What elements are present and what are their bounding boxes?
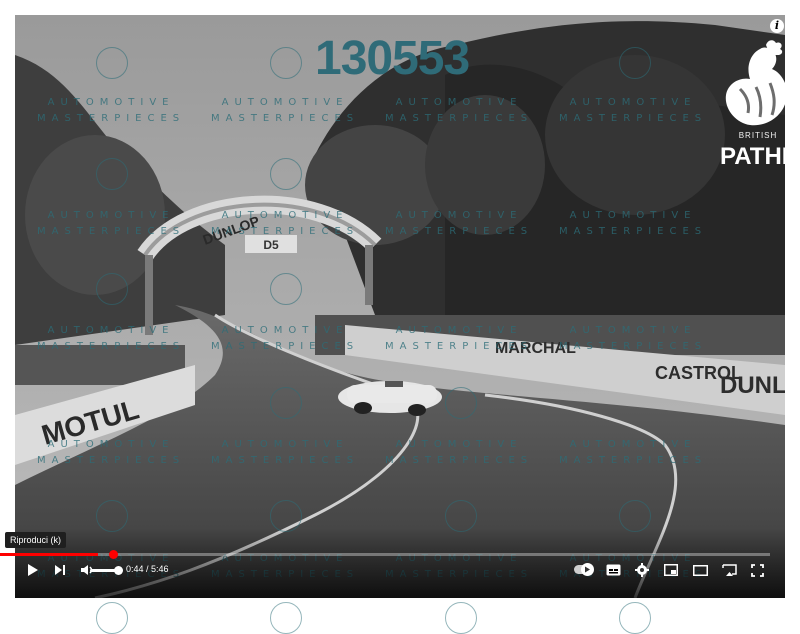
pathe-small-text: BRITISH (738, 131, 778, 140)
fullscreen-button[interactable] (747, 560, 767, 580)
settings-icon (635, 563, 649, 577)
video-id-overlay: 130553 (315, 32, 470, 85)
next-button[interactable] (50, 560, 70, 580)
play-button[interactable] (23, 560, 43, 580)
autoplay-play-icon (585, 566, 590, 573)
settings-button[interactable] (632, 560, 652, 580)
video-frame: D5 DUNLOP MOTUL MARCHAL CASTROL DUNLO (15, 15, 785, 598)
miniplayer-button[interactable] (661, 560, 681, 580)
video-player[interactable]: D5 DUNLOP MOTUL MARCHAL CASTROL DUNLO (15, 15, 785, 598)
subtitles-button[interactable] (603, 560, 623, 580)
watermark-circle-icon (270, 602, 302, 634)
miniplayer-icon (664, 564, 678, 576)
play-tooltip: Riproduci (k) (5, 532, 67, 548)
progress-played (0, 553, 98, 556)
autoplay-knob[interactable] (581, 563, 594, 576)
progress-scrubber[interactable] (108, 550, 118, 559)
volume-knob[interactable] (114, 566, 123, 575)
time-separator: / (143, 564, 152, 574)
play-icon (28, 564, 38, 576)
watermark-circle-icon (96, 602, 128, 634)
time-total: 5:46 (151, 564, 169, 574)
theater-mode-button[interactable] (690, 560, 710, 580)
time-display: 0:44 / 5:46 (126, 564, 169, 574)
right-banner-3-text: DUNLO (720, 372, 785, 399)
cast-icon (721, 563, 737, 576)
pathe-logo: BRITISH PATHÉ (720, 39, 785, 174)
info-icon[interactable]: i (770, 19, 784, 33)
watermark-circle-icon (445, 602, 477, 634)
fullscreen-icon (750, 563, 764, 577)
subtitles-icon (606, 564, 620, 576)
theater-icon (692, 564, 708, 576)
rooster-icon (725, 40, 785, 126)
right-banner-1-text: MARCHAL (495, 340, 576, 357)
pathe-brand-text: PATHÉ (720, 143, 785, 170)
time-current: 0:44 (126, 564, 144, 574)
arch-tag-text: D5 (263, 238, 279, 252)
watermark-circle-icon (619, 602, 651, 634)
cast-button[interactable] (719, 560, 739, 580)
next-icon (55, 565, 65, 575)
